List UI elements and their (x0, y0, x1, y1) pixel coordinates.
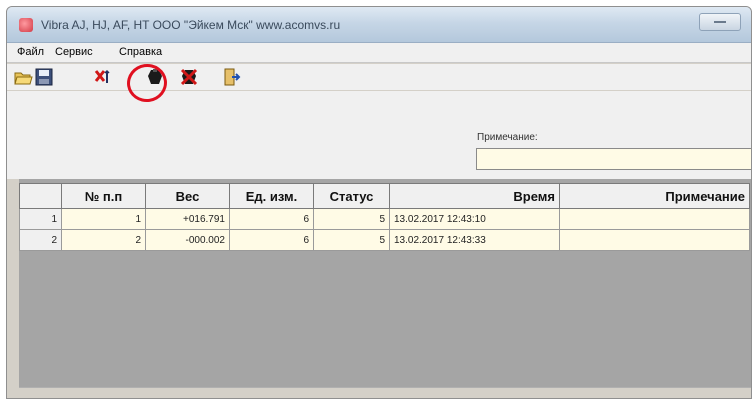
note-panel: Примечание: (7, 91, 751, 179)
menu-file[interactable]: Файл (17, 46, 44, 58)
cell-status[interactable]: 5 (313, 208, 390, 230)
minimize-button[interactable] (699, 13, 741, 31)
row-number[interactable]: 1 (19, 208, 62, 230)
exit-button[interactable] (221, 67, 241, 87)
open-button[interactable] (13, 67, 33, 87)
row-number[interactable]: 2 (19, 229, 62, 251)
cell-time[interactable]: 13.02.2017 12:43:10 (389, 208, 560, 230)
app-window: Vibra AJ, HJ, AF, HT ООО "Эйкем Мск" www… (6, 6, 752, 399)
app-icon (19, 18, 33, 32)
table-row[interactable]: 2 2 -000.002 6 5 13.02.2017 12:43:33 (19, 229, 750, 251)
save-button[interactable] (34, 67, 54, 87)
header-rownum[interactable] (19, 183, 62, 209)
cell-status[interactable]: 5 (313, 229, 390, 251)
delete-button[interactable] (93, 67, 113, 87)
open-icon (14, 72, 33, 85)
header-number[interactable]: № п.п (61, 183, 146, 209)
cell-unit[interactable]: 6 (229, 208, 314, 230)
exit-icon (224, 68, 241, 86)
stop-record-icon (180, 68, 198, 86)
header-unit[interactable]: Ед. изм. (229, 183, 314, 209)
header-weight[interactable]: Вес (145, 183, 230, 209)
cell-weight[interactable]: -000.002 (145, 229, 230, 251)
menu-service[interactable]: Сервис (55, 46, 93, 58)
header-note[interactable]: Примечание (559, 183, 750, 209)
measurements-table: № п.п Вес Ед. изм. Статус Время Примечан… (19, 183, 750, 251)
cell-note[interactable] (559, 229, 750, 251)
status-bar (19, 387, 751, 398)
menu-help[interactable]: Справка (119, 46, 162, 58)
cell-note[interactable] (559, 208, 750, 230)
minimize-icon (714, 21, 726, 23)
header-status[interactable]: Статус (313, 183, 390, 209)
note-input[interactable] (476, 148, 751, 170)
cell-time[interactable]: 13.02.2017 12:43:33 (389, 229, 560, 251)
table-header-row: № п.п Вес Ед. изм. Статус Время Примечан… (19, 183, 750, 209)
cell-unit[interactable]: 6 (229, 229, 314, 251)
header-time[interactable]: Время (389, 183, 560, 209)
cell-number[interactable]: 1 (61, 208, 146, 230)
toolbar (7, 64, 751, 90)
cell-number[interactable]: 2 (61, 229, 146, 251)
title-bar[interactable]: Vibra AJ, HJ, AF, HT ООО "Эйкем Мск" www… (7, 7, 751, 43)
table-row[interactable]: 1 1 +016.791 6 5 13.02.2017 12:43:10 (19, 208, 750, 230)
window-title: Vibra AJ, HJ, AF, HT ООО "Эйкем Мск" www… (41, 18, 341, 32)
stop-record-button[interactable] (179, 67, 199, 87)
delete-icon (94, 69, 110, 83)
menu-bar: Файл Сервис Справка (7, 43, 751, 63)
note-label: Примечание: (477, 132, 538, 143)
data-grid: № п.п Вес Ед. изм. Статус Время Примечан… (19, 179, 751, 387)
save-icon (35, 68, 53, 86)
cell-weight[interactable]: +016.791 (145, 208, 230, 230)
